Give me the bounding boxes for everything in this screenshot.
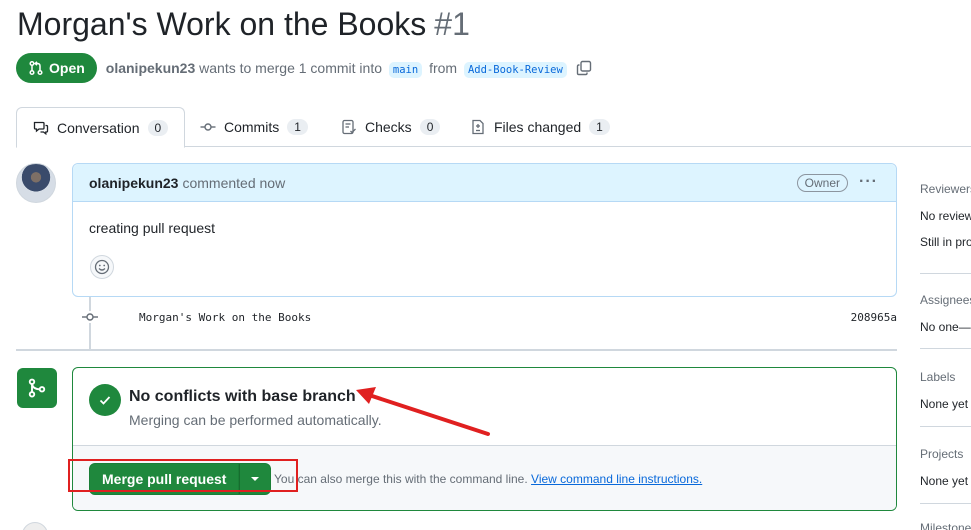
smiley-icon[interactable] (90, 255, 114, 279)
sidebar-reviewers-heading: Reviewers (920, 182, 971, 196)
sidebar-divider (920, 273, 971, 274)
pull-request-icon (29, 60, 43, 76)
base-branch[interactable]: main (388, 62, 423, 78)
sidebar-projects-value: None yet (920, 474, 969, 488)
sidebar-projects-heading: Projects (920, 447, 964, 461)
tab-conversation-count: 0 (147, 119, 169, 136)
owner-badge: Owner (796, 174, 848, 192)
commit-sha[interactable]: 208965a (851, 311, 897, 324)
annotation-arrow-icon (356, 387, 490, 436)
merge-status-title: No conflicts with base branch (129, 388, 356, 405)
commit-message[interactable]: Morgan's Work on the Books (139, 311, 311, 324)
pr-number: #1 (434, 6, 470, 42)
pr-state-row: Open olanipekun23 wants to merge 1 commi… (16, 53, 592, 83)
sidebar-projects[interactable]: Projects None yet (920, 447, 968, 488)
sidebar-assignees-heading: Assignees (920, 293, 971, 307)
avatar[interactable] (16, 163, 56, 203)
timeline-line (89, 297, 91, 349)
status-label: Open (49, 60, 85, 76)
file-diff-icon (472, 119, 484, 135)
sidebar-reviewers-value-2: Still in progress (920, 235, 971, 249)
git-commit-icon (200, 123, 216, 131)
tab-files-changed[interactable]: Files changed 1 (470, 107, 610, 147)
tab-files-changed-count: 1 (589, 119, 610, 135)
tab-commits-label: Commits (224, 119, 280, 135)
pr-from-text: from (429, 60, 458, 76)
merge-hint-text: You can also merge this with the command… (274, 472, 528, 486)
avatar[interactable] (22, 522, 48, 530)
checklist-icon (342, 119, 356, 135)
tab-files-changed-label: Files changed (494, 119, 582, 135)
timeline-divider (16, 349, 897, 351)
sidebar-reviewers-value: No reviews (920, 209, 971, 223)
tab-conversation-label: Conversation (57, 119, 140, 136)
comment-action[interactable]: commented now (182, 175, 285, 191)
sidebar-divider (920, 426, 971, 427)
git-commit-icon (82, 311, 98, 323)
tab-conversation[interactable]: Conversation 0 (16, 107, 186, 148)
tab-checks-label: Checks (365, 119, 412, 135)
sidebar-labels[interactable]: Labels None yet (920, 370, 968, 411)
pr-title-text: Morgan's Work on the Books (17, 6, 427, 42)
sidebar-milestone[interactable]: Milestone (920, 521, 971, 530)
merge-status-subtitle: Merging can be performed automatically. (129, 412, 382, 428)
command-line-instructions-link[interactable]: View command line instructions. (531, 472, 702, 486)
comment-body: creating pull request (89, 220, 216, 236)
sidebar-reviewers[interactable]: Reviewers No reviews Still in progress (920, 182, 971, 249)
annotation-rectangle (68, 459, 298, 492)
tab-commits[interactable]: Commits 1 (200, 107, 308, 147)
copy-icon[interactable] (576, 60, 592, 76)
pr-tabs: Conversation 0 Commits 1 Checks 0 Files … (16, 107, 971, 148)
sidebar-milestone-heading: Milestone (920, 521, 971, 530)
merge-hint: You can also merge this with the command… (274, 472, 702, 486)
tab-commits-count: 1 (287, 119, 308, 135)
sidebar-assignees-value: No one— (920, 320, 971, 334)
sidebar-labels-value: None yet (920, 397, 969, 411)
pr-meta: olanipekun23 wants to merge 1 commit int… (106, 60, 570, 78)
comment-box: olanipekun23 commented now Owner ··· cre… (72, 163, 897, 297)
comment-author[interactable]: olanipekun23 (89, 175, 178, 191)
pr-author-link[interactable]: olanipekun23 (106, 60, 195, 76)
sidebar-labels-heading: Labels (920, 370, 956, 384)
kebab-menu-icon[interactable]: ··· (859, 173, 878, 191)
tab-checks[interactable]: Checks 0 (341, 107, 441, 147)
status-badge: Open (16, 53, 97, 83)
head-branch[interactable]: Add-Book-Review (463, 62, 567, 78)
comment-header: olanipekun23 commented now (73, 164, 896, 202)
sidebar-divider (920, 503, 971, 504)
tab-checks-count: 0 (419, 119, 441, 135)
comment-discussion-icon (33, 121, 49, 135)
check-icon (89, 384, 121, 416)
sidebar-assignees[interactable]: Assignees No one— (920, 293, 971, 334)
pr-meta-text: wants to merge 1 commit into (199, 60, 382, 76)
pr-title: Morgan's Work on the Books #1 (17, 6, 470, 43)
git-merge-icon (17, 368, 57, 408)
sidebar-divider (920, 348, 971, 349)
